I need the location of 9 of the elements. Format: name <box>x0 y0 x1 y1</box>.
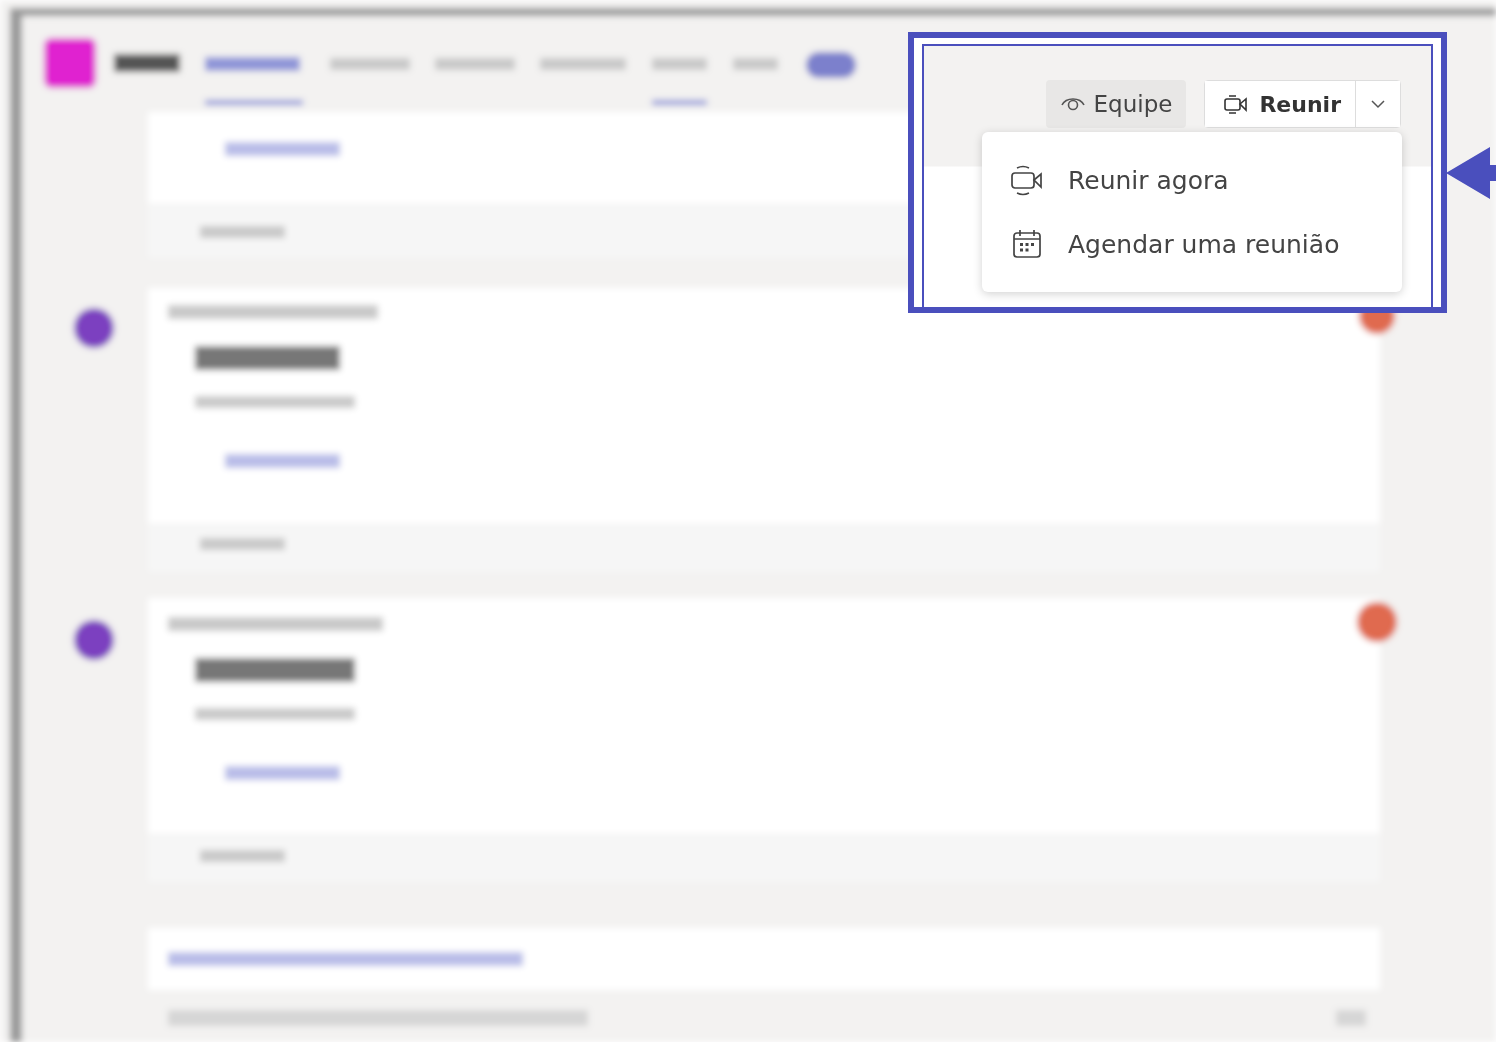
video-camera-icon <box>1223 93 1250 115</box>
menu-item[interactable]: Agendar uma reunião <box>982 212 1402 276</box>
eye-icon <box>1059 95 1086 113</box>
chevron-down-icon <box>1370 99 1386 109</box>
meet-button[interactable]: Reunir <box>1205 81 1356 127</box>
menu-item[interactable]: Reunir agora <box>982 148 1402 212</box>
calendar-icon <box>1010 228 1044 260</box>
video-camera-icon <box>1010 164 1044 196</box>
team-button[interactable]: Equipe <box>1045 80 1187 128</box>
